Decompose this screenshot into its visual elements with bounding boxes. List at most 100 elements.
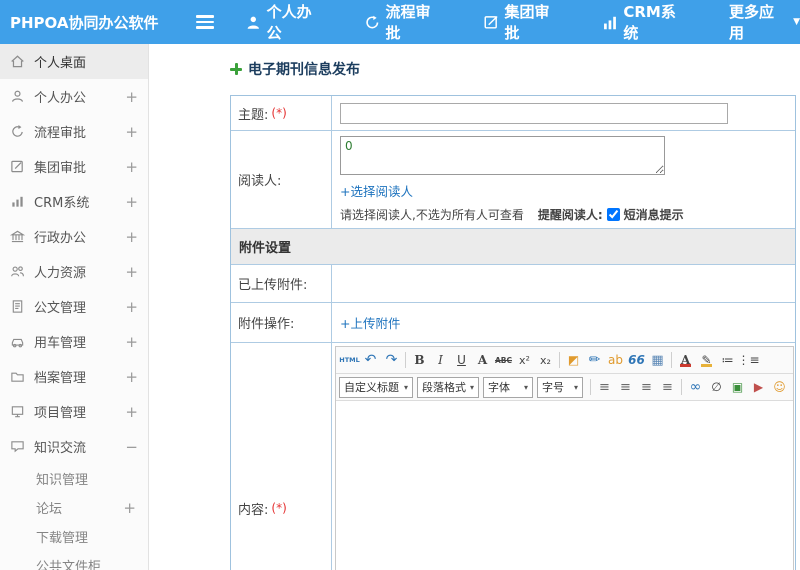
- nav-workflow-approval[interactable]: 流程审批: [365, 1, 444, 43]
- editor-numbered-list-button[interactable]: ⋮≡: [737, 350, 759, 370]
- upload-attachment-link[interactable]: +上传附件: [340, 313, 400, 332]
- toolbar-separator: [671, 352, 672, 368]
- sidebar-subitem-download-mgmt[interactable]: 下载管理: [0, 522, 148, 551]
- sidebar-item-administration[interactable]: 行政办公 +: [0, 219, 148, 254]
- nav-group-approval[interactable]: 集团审批: [484, 1, 563, 43]
- sidebar-item-archive-mgmt[interactable]: 档案管理 +: [0, 359, 148, 394]
- expand-toggle[interactable]: +: [125, 193, 138, 211]
- board-icon: [11, 406, 24, 418]
- sidebar-item-knowledge-exchange[interactable]: 知识交流 −: [0, 429, 148, 464]
- editor-unlink-button[interactable]: ∅: [706, 377, 727, 397]
- editor-strikethrough-button[interactable]: ABC: [493, 350, 514, 370]
- editor-paragraph-format-dropdown[interactable]: 段落格式 ▾: [417, 376, 479, 398]
- caret-down-icon: ▾: [469, 382, 474, 392]
- expand-toggle[interactable]: +: [125, 123, 138, 141]
- sidebar-item-label: CRM系统: [34, 196, 90, 211]
- expand-toggle[interactable]: +: [125, 333, 138, 351]
- expand-toggle[interactable]: +: [125, 368, 138, 386]
- sidebar-subitem-public-file-cabinet[interactable]: 公共文件柜: [0, 551, 148, 570]
- top-header: PHPOA协同办公软件 个人办公 流程审批 集团审批 CRM系统 更多应用 ▼: [0, 0, 800, 44]
- editor-subscript-button[interactable]: x₂: [535, 350, 556, 370]
- expand-toggle[interactable]: +: [125, 403, 138, 421]
- sidebar-item-label: 集团审批: [34, 161, 87, 176]
- sidebar-item-label: 用车管理: [34, 336, 87, 351]
- sidebar-subitem-forum[interactable]: 论坛 +: [0, 493, 148, 522]
- nav-label: CRM系统: [623, 3, 676, 42]
- editor-undo-button[interactable]: ↶: [360, 350, 381, 370]
- editor-blockquote-button[interactable]: 66: [626, 350, 647, 370]
- editor-custom-title-dropdown[interactable]: 自定义标题 ▾: [339, 376, 413, 398]
- editor-redo-button[interactable]: ↷: [381, 350, 402, 370]
- editor-formatbrush-button[interactable]: ✏: [584, 350, 605, 370]
- sidebar-subitem-label: 知识管理: [36, 473, 89, 488]
- nav-more-apps[interactable]: 更多应用 ▼: [729, 1, 800, 43]
- nav-label: 流程审批: [385, 3, 431, 42]
- sidebar-item-document-mgmt[interactable]: 公文管理 +: [0, 289, 148, 324]
- toolbar-separator: [590, 379, 591, 395]
- sidebar-subitem-label: 下载管理: [36, 531, 89, 546]
- sidebar-item-group-approval[interactable]: 集团审批 +: [0, 149, 148, 184]
- sidebar-item-workflow-approval[interactable]: 流程审批 +: [0, 114, 148, 149]
- caret-down-icon: ▾: [573, 382, 578, 392]
- editor-highlight-button[interactable]: ab: [605, 350, 626, 370]
- expand-toggle[interactable]: +: [125, 263, 138, 281]
- sidebar-item-crm[interactable]: CRM系统 +: [0, 184, 148, 219]
- editor-autotypeset-button[interactable]: A: [472, 350, 493, 370]
- editor-align-justify-button[interactable]: ≡: [657, 377, 678, 397]
- app-title: PHPOA协同办公软件: [10, 13, 159, 32]
- sidebar-item-personal-office[interactable]: 个人办公 +: [0, 79, 148, 114]
- collapse-toggle[interactable]: −: [125, 438, 138, 456]
- editor-font-size-dropdown[interactable]: 字号 ▾: [537, 376, 583, 398]
- caret-down-icon: ▾: [403, 382, 408, 392]
- editor-removeformat-button[interactable]: ◩: [563, 350, 584, 370]
- editor-emoticon-button[interactable]: ☺: [769, 377, 790, 397]
- editor-bullet-list-button[interactable]: ≔: [717, 350, 738, 370]
- editor-table-button[interactable]: ▦: [647, 350, 668, 370]
- sms-checkbox[interactable]: [606, 208, 620, 221]
- editor-image-button[interactable]: ▣: [727, 377, 748, 397]
- editor-align-center-button[interactable]: ≡: [615, 377, 636, 397]
- remind-readers-label: 提醒阅读人:: [537, 208, 603, 222]
- menu-icon[interactable]: [196, 12, 218, 32]
- editor-font-family-dropdown[interactable]: 字体 ▾: [483, 376, 533, 398]
- select-readers-link[interactable]: +选择阅读人: [340, 181, 413, 200]
- expand-toggle[interactable]: +: [125, 228, 138, 246]
- toolbar-separator: [405, 352, 406, 368]
- editor-superscript-button[interactable]: x²: [514, 350, 535, 370]
- sidebar-item-personal-desktop[interactable]: 个人桌面: [0, 44, 148, 79]
- expand-toggle[interactable]: +: [125, 88, 138, 106]
- sidebar-item-project-mgmt[interactable]: 项目管理 +: [0, 394, 148, 429]
- sidebar-item-vehicle-mgmt[interactable]: 用车管理 +: [0, 324, 148, 359]
- add-icon: [230, 63, 242, 75]
- editor-bold-button[interactable]: B: [409, 350, 430, 370]
- toolbar-separator: [559, 352, 560, 368]
- folder-icon: [11, 372, 24, 382]
- sidebar-item-label: 个人桌面: [34, 56, 87, 71]
- required-mark: (*): [271, 501, 287, 515]
- nav-crm-system[interactable]: CRM系统: [603, 1, 689, 43]
- editor-content-area[interactable]: [336, 401, 793, 570]
- readers-textarea[interactable]: 0: [340, 136, 665, 175]
- expand-toggle[interactable]: +: [123, 499, 136, 517]
- editor-align-right-button[interactable]: ≡: [636, 377, 657, 397]
- uploaded-attachments-row: 已上传附件:: [231, 265, 795, 303]
- editor-video-button[interactable]: ▶: [748, 377, 769, 397]
- editor-source-button[interactable]: HTML: [339, 350, 360, 370]
- sidebar-subitem-knowledge-mgmt[interactable]: 知识管理: [0, 464, 148, 493]
- sidebar-item-hr[interactable]: 人力资源 +: [0, 254, 148, 289]
- nav-personal-office[interactable]: 个人办公: [246, 1, 325, 43]
- workflow-icon: [12, 124, 23, 137]
- expand-toggle[interactable]: +: [125, 158, 138, 176]
- editor-fontcolor-button[interactable]: A: [675, 350, 696, 370]
- subject-input[interactable]: [340, 102, 728, 124]
- editor-underline-button[interactable]: U: [451, 350, 472, 370]
- editor-backcolor-button[interactable]: ✎: [696, 350, 717, 370]
- editor-align-left-button[interactable]: ≡: [594, 377, 615, 397]
- sidebar-subitem-label: 论坛: [36, 502, 63, 517]
- editor-link-button[interactable]: ∞: [685, 377, 706, 397]
- expand-toggle[interactable]: +: [125, 298, 138, 316]
- attachment-operation-row: 附件操作: +上传附件: [231, 303, 795, 343]
- editor-italic-button[interactable]: I: [430, 350, 451, 370]
- sidebar-item-label: 公文管理: [34, 301, 87, 316]
- subject-row: 主题: (*): [231, 96, 795, 131]
